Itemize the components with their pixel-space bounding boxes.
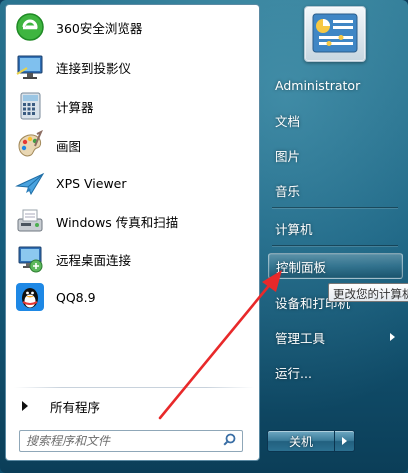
program-label: 画图 (56, 138, 82, 154)
menu-item-documents[interactable]: 文档 (268, 107, 403, 133)
menu-item-computer[interactable]: 计算机 (268, 215, 403, 241)
menu-item-administrator[interactable]: Administrator (268, 72, 403, 98)
divider (14, 387, 254, 388)
menu-item-label: 管理工具 (275, 330, 326, 346)
start-menu: 360安全浏览器 连接到投影仪 计算器 画图 XPS Viewer Window… (0, 0, 408, 473)
paint-palette-icon (14, 129, 46, 161)
browser-360-icon (14, 11, 46, 43)
search-icon[interactable] (223, 433, 236, 449)
program-label: Windows 传真和扫描 (56, 214, 179, 230)
all-programs-button[interactable]: 所有程序 (16, 395, 252, 417)
qq-penguin-icon (14, 281, 46, 313)
calculator-icon (14, 90, 46, 122)
menu-item-label: 音乐 (275, 183, 301, 199)
menu-item-pictures[interactable]: 图片 (268, 142, 403, 168)
chevron-right-icon (390, 333, 395, 341)
search-box[interactable] (19, 430, 243, 452)
search-input[interactable] (26, 434, 206, 448)
program-label: 连接到投影仪 (56, 60, 132, 76)
program-item-projector[interactable]: 连接到投影仪 (10, 49, 256, 85)
remote-desktop-icon (14, 243, 46, 275)
divider (272, 207, 398, 208)
menu-item-label: 运行... (275, 365, 312, 381)
menu-item-run[interactable]: 运行... (268, 359, 403, 385)
program-item-remote-desktop[interactable]: 远程桌面连接 (10, 241, 256, 277)
menu-item-music[interactable]: 音乐 (268, 177, 403, 203)
program-label: 360安全浏览器 (56, 20, 143, 36)
shutdown-label: 关机 (288, 434, 313, 449)
program-list-pane: 360安全浏览器 连接到投影仪 计算器 画图 XPS Viewer Window… (5, 4, 260, 461)
xps-viewer-icon (14, 167, 46, 199)
menu-item-control-panel[interactable]: 控制面板 (268, 253, 403, 279)
menu-item-label: 图片 (275, 148, 301, 164)
program-item-calculator[interactable]: 计算器 (10, 88, 256, 124)
fax-scan-icon (14, 205, 46, 237)
menu-item-label: 文档 (275, 113, 301, 129)
user-picture[interactable] (304, 6, 366, 62)
program-item-360-browser[interactable]: 360安全浏览器 (10, 9, 256, 45)
program-item-paint[interactable]: 画图 (10, 127, 256, 163)
arrow-right-icon (22, 401, 28, 411)
shutdown-button[interactable]: 关机 (267, 430, 335, 452)
projector-icon (14, 51, 46, 83)
program-label: 计算器 (56, 99, 94, 115)
program-item-qq[interactable]: QQ8.9 (10, 279, 256, 315)
menu-item-label: Administrator (275, 77, 361, 93)
all-programs-label: 所有程序 (50, 399, 101, 415)
divider (272, 245, 398, 246)
menu-item-admin-tools[interactable]: 管理工具 (268, 324, 403, 350)
program-item-fax-scan[interactable]: Windows 传真和扫描 (10, 203, 256, 239)
menu-item-label: 控制面板 (276, 259, 327, 275)
program-label: 远程桌面连接 (56, 252, 132, 268)
program-item-xps-viewer[interactable]: XPS Viewer (10, 165, 256, 201)
menu-item-label: 计算机 (275, 221, 313, 237)
program-label: XPS Viewer (56, 175, 127, 191)
control-panel-picture-icon (311, 12, 359, 57)
program-label: QQ8.9 (56, 289, 96, 305)
arrow-right-icon (342, 437, 347, 445)
shutdown-options-button[interactable] (335, 430, 355, 452)
tooltip: 更改您的计算机设置并自定义其功能。 (328, 283, 408, 302)
